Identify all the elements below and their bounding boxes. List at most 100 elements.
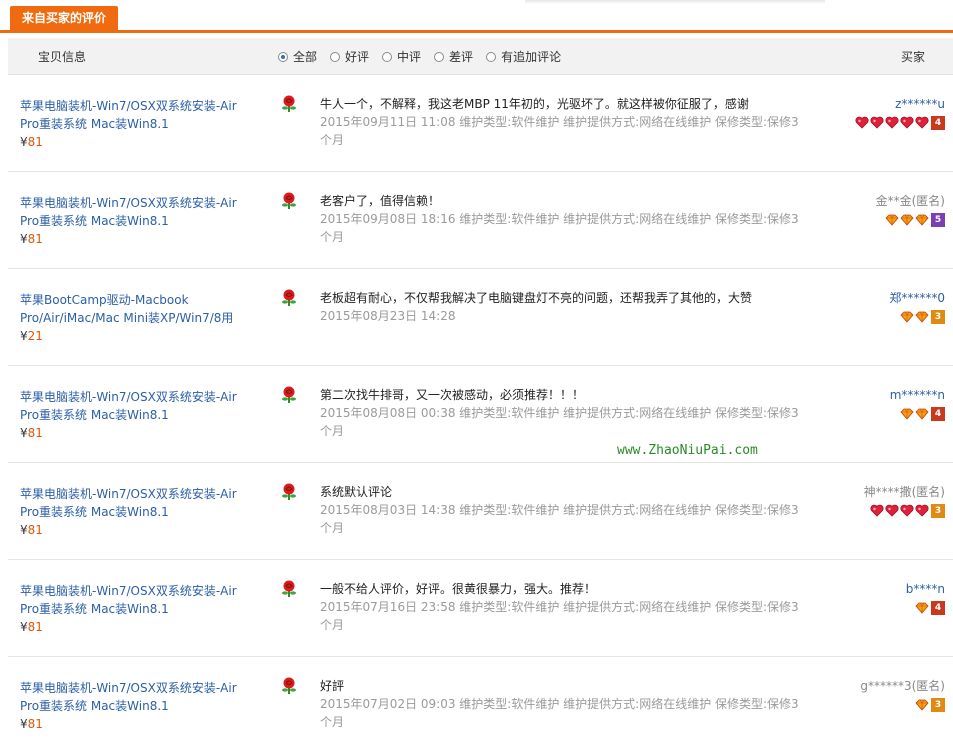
buyer-info: b****n 4 — [906, 580, 945, 615]
vip-level-badge: 3 — [931, 503, 945, 518]
filter-radio[interactable] — [434, 51, 445, 62]
price-currency: ¥ — [20, 620, 28, 634]
price-currency: ¥ — [20, 232, 28, 246]
product-title-link[interactable]: 苹果BootCamp驱动-Macbook Pro/Air/iMac/Mac Mi… — [20, 293, 233, 325]
product-info: 苹果电脑装机-Win7/OSX双系统安装-Air Pro重装系统 Mac装Win… — [20, 388, 240, 442]
heart-rank-icon — [900, 504, 914, 517]
heart-rank-icon — [915, 504, 929, 517]
filter-label: 中评 — [397, 50, 422, 64]
product-price: ¥81 — [20, 424, 240, 442]
product-price: ¥81 — [20, 618, 240, 636]
buyer-credit-badges: 3 — [889, 309, 945, 324]
buyer-credit-badges: 4 — [906, 600, 945, 615]
product-title-link[interactable]: 苹果电脑装机-Win7/OSX双系统安装-Air Pro重装系统 Mac装Win… — [20, 584, 237, 616]
buyer-info: g******3(匿名) 3 — [860, 677, 945, 712]
review-tab-bar: 来自买家的评价 — [0, 0, 953, 33]
buyer-info: z******u 4 — [855, 95, 945, 130]
product-info: 苹果电脑装机-Win7/OSX双系统安装-Air Pro重装系统 Mac装Win… — [20, 97, 240, 151]
rose-flower-icon — [282, 386, 296, 403]
price-currency: ¥ — [20, 135, 28, 149]
buyer-name[interactable]: z******u — [855, 95, 945, 113]
product-info: 苹果电脑装机-Win7/OSX双系统安装-Air Pro重装系统 Mac装Win… — [20, 194, 240, 248]
filter-3[interactable]: 差评 — [434, 48, 473, 65]
buyer-credit-badges: 3 — [864, 503, 945, 518]
price-value: 81 — [27, 620, 43, 634]
filter-1[interactable]: 好评 — [330, 48, 369, 65]
review-text: 好評 — [320, 679, 345, 693]
diamond-rank-icon — [900, 214, 914, 226]
review-text: 系统默认评论 — [320, 485, 393, 499]
review-meta: 2015年09月08日 18:16 维护类型:软件维护 维护提供方式:网络在线维… — [320, 212, 799, 244]
rose-flower-icon — [282, 95, 296, 112]
buyer-credit-badges: 4 — [890, 406, 945, 421]
filter-radio[interactable] — [330, 51, 341, 62]
filter-4[interactable]: 有追加评论 — [486, 48, 561, 65]
buyer-credit-badges: 5 — [876, 212, 945, 227]
vip-level-badge: 3 — [931, 309, 945, 324]
top-shadow — [525, 0, 825, 4]
watermark: www.ZhaoNiuPai.com — [617, 443, 758, 458]
rose-flower-icon — [282, 677, 296, 694]
review-content: 牛人一个，不解释，我这老MBP 11年初的，光驱坏了。就这样被你征服了，感谢 20… — [320, 95, 800, 149]
price-value: 81 — [27, 232, 43, 246]
vip-level-badge: 4 — [931, 115, 945, 130]
price-currency: ¥ — [20, 426, 28, 440]
buyer-credit-badges: 3 — [860, 697, 945, 712]
product-title-link[interactable]: 苹果电脑装机-Win7/OSX双系统安装-Air Pro重装系统 Mac装Win… — [20, 390, 237, 422]
review-content: 第二次找牛排哥，又一次被感动，必须推荐！！！ 2015年08月08日 00:38 … — [320, 386, 800, 440]
review-meta: 2015年08月08日 00:38 维护类型:软件维护 维护提供方式:网络在线维… — [320, 406, 799, 438]
buyer-credit-badges: 4 — [855, 115, 945, 130]
vip-level-badge: 3 — [931, 697, 945, 712]
review-content: 系统默认评论 2015年08月03日 14:38 维护类型:软件维护 维护提供方式… — [320, 483, 800, 537]
review-text: 一般不给人评价，好评。很黄很暴力，强大。推荐！ — [320, 582, 597, 596]
heart-rank-icon — [885, 504, 899, 517]
buyer-header: 买家 — [901, 50, 926, 64]
rose-flower-icon — [282, 580, 296, 597]
product-title-link[interactable]: 苹果电脑装机-Win7/OSX双系统安装-Air Pro重装系统 Mac装Win… — [20, 99, 237, 131]
review-text: 老板超有耐心，不仅帮我解决了电脑键盘灯不亮的问题，还帮我弄了其他的，大赞 — [320, 291, 753, 305]
review-table-header: 宝贝信息 全部 好评 中评 差评 有追加评论 买家 — [8, 38, 953, 75]
filter-radio[interactable] — [278, 51, 288, 62]
review-row: 苹果电脑装机-Win7/OSX双系统安装-Air Pro重装系统 Mac装Win… — [8, 560, 953, 657]
buyer-name[interactable]: b****n — [906, 580, 945, 598]
review-meta: 2015年07月16日 23:58 维护类型:软件维护 维护提供方式:网络在线维… — [320, 600, 799, 632]
price-value: 81 — [27, 717, 43, 731]
price-value: 81 — [27, 135, 43, 149]
review-meta: 2015年09月11日 11:08 维护类型:软件维护 维护提供方式:网络在线维… — [320, 115, 799, 147]
review-text: 牛人一个，不解释，我这老MBP 11年初的，光驱坏了。就这样被你征服了，感谢 — [320, 97, 749, 111]
rating-filter-group: 全部 好评 中评 差评 有追加评论 — [278, 48, 566, 65]
diamond-rank-icon — [885, 214, 899, 226]
review-meta: 2015年08月23日 14:28 — [320, 309, 456, 323]
filter-radio[interactable] — [382, 51, 393, 62]
product-info: 苹果电脑装机-Win7/OSX双系统安装-Air Pro重装系统 Mac装Win… — [20, 582, 240, 636]
price-currency: ¥ — [20, 523, 28, 537]
buyer-name[interactable]: 郑******0 — [889, 289, 945, 307]
product-title-link[interactable]: 苹果电脑装机-Win7/OSX双系统安装-Air Pro重装系统 Mac装Win… — [20, 487, 237, 519]
review-text: 第二次找牛排哥，又一次被感动，必须推荐！！！ — [320, 388, 585, 402]
filter-label: 好评 — [345, 50, 370, 64]
filter-2[interactable]: 中评 — [382, 48, 421, 65]
heart-rank-icon — [885, 116, 899, 129]
diamond-rank-icon — [915, 214, 929, 226]
vip-level-badge: 5 — [931, 212, 945, 227]
buyer-name[interactable]: m******n — [890, 386, 945, 404]
review-meta: 2015年07月02日 09:03 维护类型:软件维护 维护提供方式:网络在线维… — [320, 697, 799, 729]
filter-0[interactable]: 全部 — [278, 48, 317, 65]
tab-underline — [0, 30, 953, 33]
filter-radio[interactable] — [486, 51, 497, 62]
tab-buyer-reviews[interactable]: 来自买家的评价 — [10, 6, 119, 30]
product-price: ¥81 — [20, 133, 240, 151]
review-content: 老客户了，值得信赖！ 2015年09月08日 18:16 维护类型:软件维护 维护… — [320, 192, 800, 246]
product-price: ¥21 — [20, 327, 240, 345]
product-title-link[interactable]: 苹果电脑装机-Win7/OSX双系统安装-Air Pro重装系统 Mac装Win… — [20, 681, 237, 713]
review-list: 苹果电脑装机-Win7/OSX双系统安装-Air Pro重装系统 Mac装Win… — [8, 75, 953, 753]
price-value: 81 — [27, 426, 43, 440]
review-row: 苹果电脑装机-Win7/OSX双系统安装-Air Pro重装系统 Mac装Win… — [8, 463, 953, 560]
buyer-name: 金**金(匿名) — [875, 194, 945, 208]
product-title-link[interactable]: 苹果电脑装机-Win7/OSX双系统安装-Air Pro重装系统 Mac装Win… — [20, 196, 237, 228]
heart-rank-icon — [870, 504, 884, 517]
review-row: 苹果电脑装机-Win7/OSX双系统安装-Air Pro重装系统 Mac装Win… — [8, 172, 953, 269]
review-row: 苹果电脑装机-Win7/OSX双系统安装-Air Pro重装系统 Mac装Win… — [8, 366, 953, 463]
product-price: ¥81 — [20, 715, 240, 733]
buyer-info: 郑******0 3 — [889, 289, 945, 324]
